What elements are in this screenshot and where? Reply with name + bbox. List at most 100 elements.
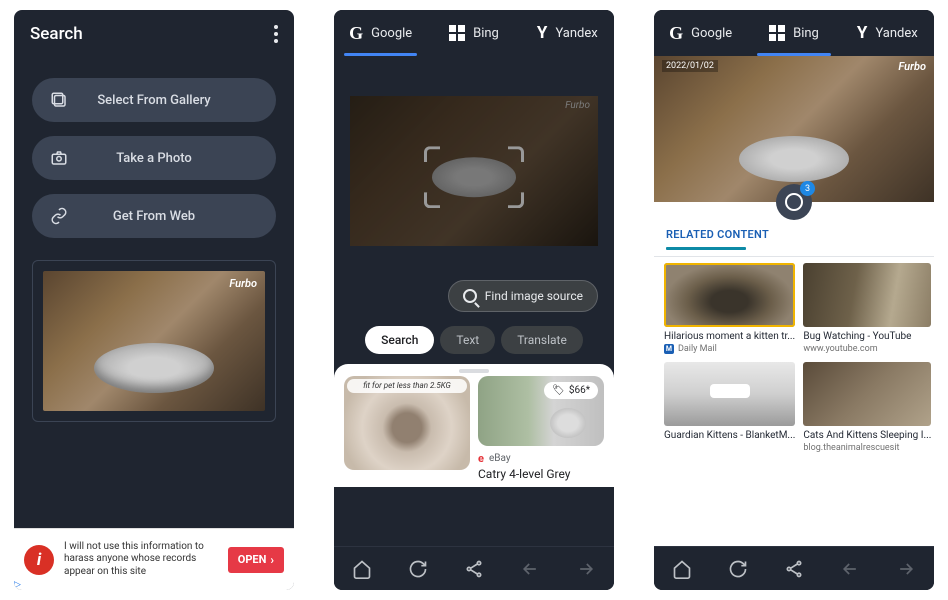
tab-label: Bing <box>473 26 499 41</box>
take-photo-button[interactable]: Take a Photo <box>32 136 276 180</box>
image-zone[interactable]: Furbo <box>334 56 614 256</box>
product-title: Catry 4-level Grey <box>478 467 604 481</box>
share-icon[interactable] <box>463 558 485 580</box>
result-thumb <box>664 263 795 327</box>
watermark: Furbo <box>565 100 590 111</box>
home-icon[interactable] <box>351 558 373 580</box>
related-header: RELATED CONTENT <box>654 228 934 256</box>
crop-rectangle[interactable] <box>424 146 524 208</box>
screen-search-input: Search Select From Gallery Take a Photo … <box>14 10 294 590</box>
camera-icon <box>50 149 68 167</box>
crop-handle-bl[interactable] <box>424 192 440 208</box>
result-card[interactable]: Guardian Kittens - BlanketM... <box>664 362 795 453</box>
get-from-web-button[interactable]: Get From Web <box>32 194 276 238</box>
result-thumb <box>803 362 931 426</box>
store-row: e eBay <box>478 452 604 465</box>
preview-container: Furbo <box>32 260 276 422</box>
bottom-nav <box>654 546 934 590</box>
google-icon: G <box>669 23 683 44</box>
select-from-gallery-button[interactable]: Select From Gallery <box>32 78 276 122</box>
hero-image[interactable]: 2022/01/02 Furbo <box>654 56 934 202</box>
gallery-icon <box>50 91 68 109</box>
ad-banner[interactable]: i I will not use this information to har… <box>14 528 294 590</box>
results-sheet[interactable]: fit for pet less than 2.5KG 🏷 $66* e eBa… <box>334 364 614 487</box>
find-image-source-button[interactable]: Find image source <box>448 280 598 312</box>
store-name: eBay <box>489 453 511 464</box>
adchoices-icon[interactable]: ▷ <box>14 580 21 590</box>
product-image: fit for pet less than 2.5KG <box>344 376 470 470</box>
lens-body: Furbo Find image source Search Text Tran… <box>334 56 614 546</box>
timestamp-overlay: 2022/01/02 <box>662 60 718 72</box>
bing-icon <box>449 25 465 41</box>
button-label: Take a Photo <box>94 151 214 166</box>
scan-icon <box>785 193 803 211</box>
watermark: Furbo <box>898 60 926 73</box>
product-card[interactable]: fit for pet less than 2.5KG <box>344 376 470 481</box>
pet-bed-shape <box>94 343 214 393</box>
result-title: Guardian Kittens - BlanketM... <box>664 430 795 441</box>
tag-icon: 🏷 <box>552 385 565 396</box>
related-label: RELATED CONTENT <box>666 228 922 241</box>
tab-label: Google <box>371 26 412 41</box>
button-label: Select From Gallery <box>94 93 214 108</box>
find-source-label: Find image source <box>485 289 583 303</box>
info-icon: i <box>24 545 54 575</box>
tab-label: Google <box>691 26 732 41</box>
tab-label: Bing <box>793 26 819 41</box>
pet-bed-shape <box>739 136 849 182</box>
result-card[interactable]: Bug Watching - YouTube www.youtube.com <box>803 263 931 354</box>
tab-bing[interactable]: Bing <box>427 10 520 56</box>
pet-bed-shape <box>432 157 516 197</box>
query-image: Furbo <box>350 96 598 246</box>
ad-open-button[interactable]: OPEN › <box>228 547 284 573</box>
page-title: Search <box>30 24 83 44</box>
result-title: Cats And Kittens Sleeping I... <box>803 430 931 441</box>
engine-tabs: G Google Bing Y Yandex <box>334 10 614 56</box>
tab-label: Yandex <box>555 26 597 41</box>
refresh-icon[interactable] <box>407 558 429 580</box>
share-icon[interactable] <box>783 558 805 580</box>
result-card[interactable]: Hilarious moment a kitten tr... M Daily … <box>664 263 795 354</box>
lens-mode-tabs: Search Text Translate <box>350 326 598 354</box>
crop-handle-tl[interactable] <box>424 146 440 162</box>
tab-google[interactable]: G Google <box>654 10 747 56</box>
yandex-icon: Y <box>537 23 548 43</box>
result-source: www.youtube.com <box>803 344 931 354</box>
overflow-menu-icon[interactable] <box>274 25 278 43</box>
product-card[interactable]: 🏷 $66* e eBay Catry 4-level Grey <box>478 376 604 481</box>
crop-handle-br[interactable] <box>508 192 524 208</box>
ad-cta-label: OPEN <box>238 553 267 566</box>
refresh-icon[interactable] <box>727 558 749 580</box>
price-value: $66* <box>569 385 590 396</box>
tab-yandex[interactable]: Y Yandex <box>521 10 614 56</box>
ebay-icon: e <box>478 452 484 465</box>
result-title: Bug Watching - YouTube <box>803 331 931 342</box>
cat-shape <box>550 408 586 438</box>
result-thumb <box>803 263 931 327</box>
chevron-right-icon: › <box>270 553 274 567</box>
source-text: Daily Mail <box>678 344 717 354</box>
visual-search-badge[interactable]: 3 <box>776 184 812 220</box>
mode-text[interactable]: Text <box>440 326 495 354</box>
header-underline <box>666 247 746 250</box>
tab-google[interactable]: G Google <box>334 10 427 56</box>
back-icon[interactable] <box>839 558 861 580</box>
preview-image[interactable]: Furbo <box>43 271 265 411</box>
source-buttons: Select From Gallery Take a Photo Get Fro… <box>14 58 294 248</box>
result-card[interactable]: Cats And Kittens Sleeping I... blog.thea… <box>803 362 931 453</box>
forward-icon[interactable] <box>575 558 597 580</box>
mode-search[interactable]: Search <box>365 326 434 354</box>
forward-icon[interactable] <box>895 558 917 580</box>
product-image: 🏷 $66* <box>478 376 604 446</box>
crop-handle-tr[interactable] <box>508 146 524 162</box>
tab-bing[interactable]: Bing <box>747 10 840 56</box>
watermark: Furbo <box>229 277 257 290</box>
back-icon[interactable] <box>519 558 541 580</box>
bing-body: 2022/01/02 Furbo 3 RELATED CONTENT Hilar… <box>654 56 934 546</box>
tab-yandex[interactable]: Y Yandex <box>841 10 934 56</box>
mode-translate[interactable]: Translate <box>501 326 583 354</box>
home-icon[interactable] <box>671 558 693 580</box>
result-source: blog.theanimalrescuesit <box>803 443 931 453</box>
screen-bing-visual: G Google Bing Y Yandex 2022/01/02 Furbo … <box>654 10 934 590</box>
search-icon <box>463 289 477 303</box>
